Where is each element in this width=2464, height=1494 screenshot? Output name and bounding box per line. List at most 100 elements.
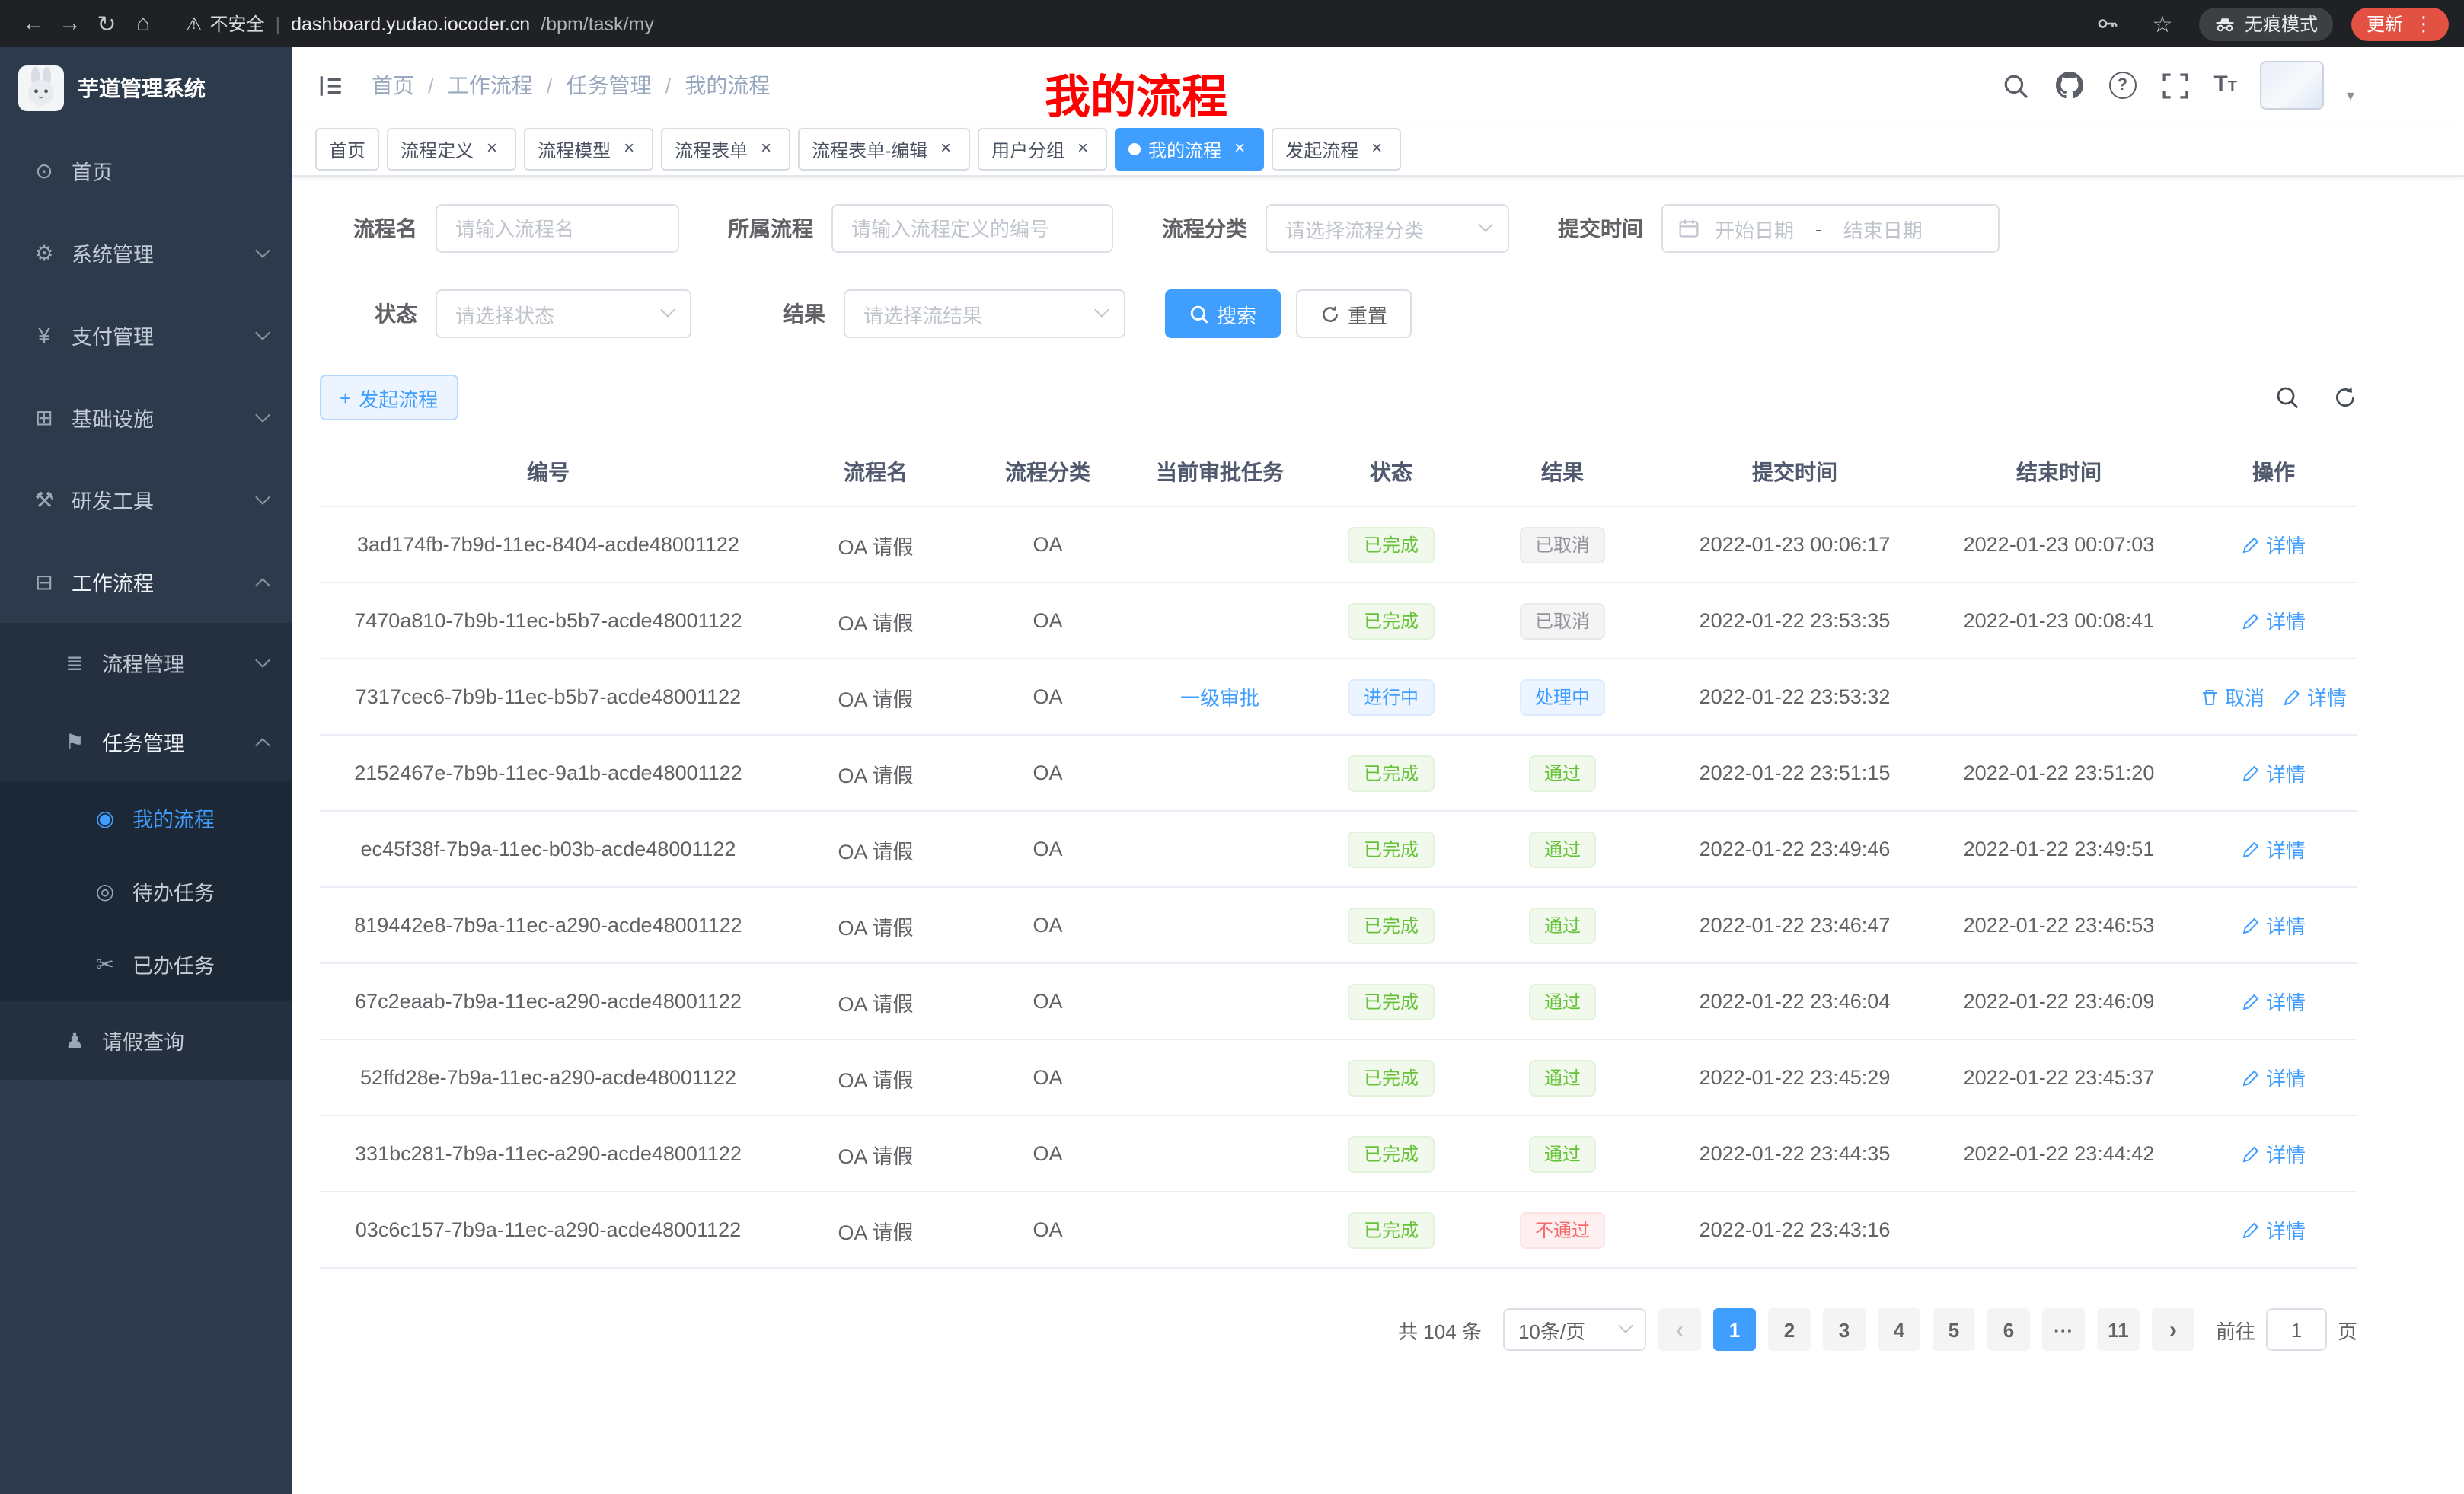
sidebar-item-payment[interactable]: ¥ 支付管理 (0, 294, 292, 376)
detail-link[interactable]: 详情 (2242, 1063, 2306, 1092)
close-icon[interactable]: × (481, 139, 503, 160)
browser-reload-icon[interactable]: ↻ (88, 5, 125, 42)
end-date-placeholder: 结束日期 (1843, 214, 1923, 243)
page-button[interactable]: 5 (1933, 1308, 1975, 1351)
detail-link[interactable]: 详情 (2242, 835, 2306, 864)
tab-home[interactable]: 首页 (315, 128, 379, 171)
current-task-link[interactable]: 一级审批 (1180, 682, 1259, 711)
submit-time-range-picker[interactable]: 开始日期 - 结束日期 (1661, 204, 2000, 253)
result-select[interactable]: 请选择流结果 (844, 289, 1125, 338)
breadcrumb-item[interactable]: 任务管理 (567, 70, 652, 101)
browser-back-icon[interactable]: ← (15, 5, 52, 42)
sidebar-item-process-management[interactable]: ≣ 流程管理 (0, 623, 292, 702)
create-process-button[interactable]: + 发起流程 (320, 375, 458, 420)
search-button[interactable]: 搜索 (1165, 289, 1281, 338)
pagination-total: 共 104 条 (1398, 1315, 1482, 1344)
table-refresh-icon[interactable] (2333, 385, 2357, 410)
next-page-button[interactable]: › (2152, 1308, 2194, 1351)
chevron-down-icon (255, 653, 270, 668)
browser-update-button[interactable]: 更新 ⋮ (2351, 7, 2449, 40)
start-date-placeholder: 开始日期 (1715, 214, 1794, 243)
close-icon[interactable]: × (1072, 139, 1093, 160)
reset-button[interactable]: 重置 (1296, 289, 1412, 338)
more-pages-button[interactable]: ··· (2042, 1308, 2085, 1351)
detail-link[interactable]: 详情 (2242, 758, 2306, 787)
sidebar-item-my-process[interactable]: ◉ 我的流程 (0, 781, 292, 854)
table-search-icon[interactable] (2275, 385, 2300, 410)
password-key-icon[interactable] (2089, 5, 2126, 42)
hamburger-icon[interactable] (314, 69, 347, 102)
browser-home-icon[interactable]: ⌂ (125, 5, 161, 42)
incognito-badge[interactable]: 无痕模式 (2199, 7, 2333, 40)
tab-process-definition[interactable]: 流程定义× (387, 128, 516, 171)
tab-process-form[interactable]: 流程表单× (661, 128, 790, 171)
tab-process-form-edit[interactable]: 流程表单-编辑× (798, 128, 970, 171)
process-definition-input[interactable] (831, 204, 1113, 253)
prev-page-button[interactable]: ‹ (1658, 1308, 1701, 1351)
detail-link[interactable]: 详情 (2242, 911, 2306, 940)
logo[interactable]: 芋道管理系统 (0, 47, 292, 129)
detail-link[interactable]: 详情 (2242, 530, 2306, 559)
cell-end-time: 2022-01-23 00:08:41 (1928, 583, 2190, 659)
browser-menu-icon[interactable]: ⋮ (2414, 11, 2434, 36)
avatar[interactable] (2260, 61, 2324, 110)
sidebar-item-todo-tasks[interactable]: ◎ 待办任务 (0, 854, 292, 927)
page-button[interactable]: 1 (1713, 1308, 1756, 1351)
page-button[interactable]: 6 (1987, 1308, 2030, 1351)
cancel-link[interactable]: 取消 (2201, 682, 2265, 711)
tab-process-model[interactable]: 流程模型× (524, 128, 653, 171)
sidebar-item-done-tasks[interactable]: ✂ 已办任务 (0, 927, 292, 1001)
github-icon[interactable] (2054, 70, 2084, 101)
result-badge: 通过 (1529, 831, 1596, 867)
detail-link[interactable]: 详情 (2283, 682, 2347, 711)
page-button[interactable]: 2 (1768, 1308, 1811, 1351)
cell-status: 已完成 (1319, 963, 1463, 1039)
status-select[interactable]: 请选择状态 (436, 289, 691, 338)
result-badge: 通过 (1529, 907, 1596, 943)
detail-link[interactable]: 详情 (2242, 987, 2306, 1016)
sidebar-item-devtools[interactable]: ⚒ 研发工具 (0, 458, 292, 541)
breadcrumb-item[interactable]: 工作流程 (448, 70, 533, 101)
close-icon[interactable]: × (1366, 139, 1387, 160)
detail-link[interactable]: 详情 (2242, 1139, 2306, 1168)
close-icon[interactable]: × (618, 139, 640, 160)
close-icon[interactable]: × (755, 139, 777, 160)
sidebar-item-infrastructure[interactable]: ⊞ 基础设施 (0, 376, 292, 458)
avatar-caret-icon[interactable]: ▾ (2347, 88, 2354, 104)
page-button[interactable]: 4 (1878, 1308, 1920, 1351)
app-title: 芋道管理系统 (78, 73, 206, 104)
close-icon[interactable]: × (935, 139, 956, 160)
process-name-input[interactable] (436, 204, 679, 253)
sidebar-item-workflow[interactable]: ⊟ 工作流程 (0, 541, 292, 623)
sidebar-item-leave-query[interactable]: ♟ 请假查询 (0, 1001, 292, 1080)
cell-current-task (1121, 1192, 1319, 1268)
fullscreen-icon[interactable] (2160, 70, 2191, 101)
breadcrumb-item[interactable]: 首页 (372, 70, 414, 101)
detail-link[interactable]: 详情 (2242, 606, 2306, 635)
search-icon[interactable] (2000, 70, 2031, 101)
process-category-select[interactable]: 请选择流程分类 (1266, 204, 1509, 253)
tab-my-process[interactable]: 我的流程× (1115, 128, 1264, 171)
cell-submit-time: 2022-01-22 23:46:04 (1661, 963, 1928, 1039)
chevron-up-icon (255, 737, 270, 752)
result-badge: 通过 (1529, 1059, 1596, 1096)
browser-forward-icon[interactable]: → (52, 5, 88, 42)
tab-start-process[interactable]: 发起流程× (1272, 128, 1401, 171)
tab-user-group[interactable]: 用户分组× (978, 128, 1107, 171)
page-button[interactable]: 3 (1823, 1308, 1866, 1351)
page-button[interactable]: 11 (2097, 1308, 2140, 1351)
table-row: 7470a810-7b9b-11ec-b5b7-acde48001122 OA … (320, 583, 2357, 659)
bookmark-star-icon[interactable]: ☆ (2144, 5, 2181, 42)
help-icon[interactable]: ? (2107, 70, 2137, 101)
page-size-select[interactable]: 10条/页 (1503, 1308, 1646, 1351)
goto-page-input[interactable] (2266, 1308, 2327, 1351)
font-size-icon[interactable]: TT (2213, 72, 2237, 99)
sidebar-item-task-management[interactable]: ⚑ 任务管理 (0, 702, 292, 781)
sidebar-item-home[interactable]: ⊙ 首页 (0, 129, 292, 212)
detail-link[interactable]: 详情 (2242, 1215, 2306, 1244)
chat-icon: ◉ (91, 805, 119, 831)
address-bar[interactable]: ⚠ 不安全 | dashboard.yudao.iocoder.cn/bpm/t… (186, 11, 2071, 37)
close-icon[interactable]: × (1229, 139, 1250, 160)
cell-operations: 取消详情 (2190, 659, 2357, 735)
sidebar-item-system[interactable]: ⚙ 系统管理 (0, 212, 292, 294)
